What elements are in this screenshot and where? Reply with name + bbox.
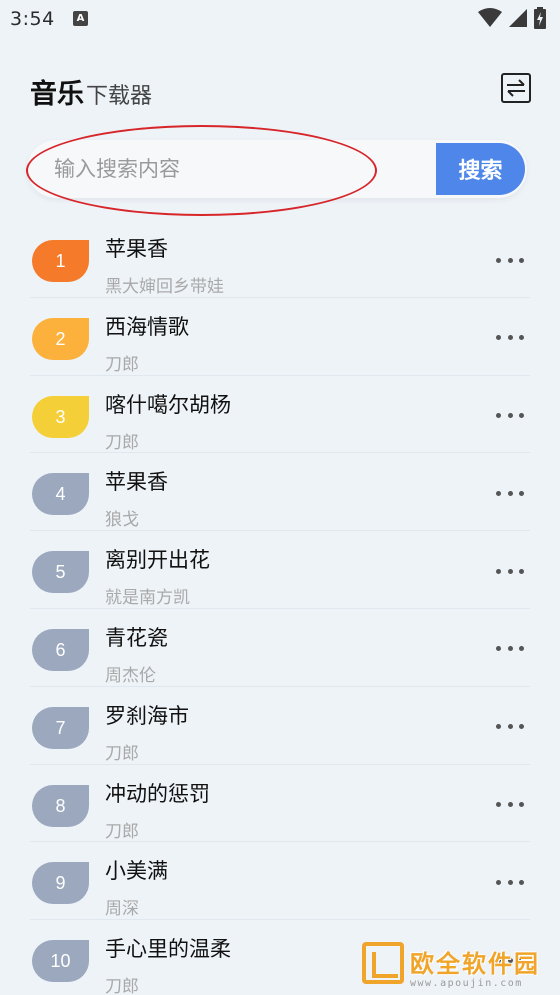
song-artist: 刀郎 [105,354,139,375]
song-title: 罗刹海市 [105,703,189,728]
watermark: 欧全软件园 www.apoujin.com [356,940,556,995]
status-icons [478,7,546,29]
more-options-icon[interactable] [496,872,524,892]
search-input[interactable] [27,140,437,198]
song-row[interactable]: 2 西海情歌 刀郎 [30,298,530,376]
watermark-logo-icon [362,942,404,984]
song-title: 苹果香 [105,237,168,261]
more-options-icon[interactable] [496,639,524,659]
song-artist: 刀郎 [105,821,139,842]
more-options-icon[interactable] [496,250,524,270]
song-artist: 刀郎 [105,743,139,764]
song-title: 手心里的温柔 [105,937,231,962]
song-row[interactable]: 9 小美满 周深 [30,842,530,921]
song-title: 青花瓷 [105,625,168,650]
notification-badge-icon: A [73,11,88,26]
rank-badge: 3 [32,395,89,438]
song-artist: 就是南方凯 [105,588,190,609]
rank-badge: 9 [32,862,89,905]
song-row[interactable]: 6 青花瓷 周杰伦 [30,609,530,687]
song-row[interactable]: 7 罗刹海市 刀郎 [30,687,530,765]
song-row[interactable]: 1 苹果香 黑大婶回乡带娃 [30,220,530,298]
search-bar: 搜索 [27,140,527,198]
song-title: 小美满 [105,859,168,884]
rank-badge: 5 [32,551,89,594]
swap-arrows-icon [507,79,525,97]
rank-badge: 2 [32,317,89,360]
watermark-text: 欧全软件园 [410,950,540,978]
battery-icon [534,7,546,29]
more-options-icon[interactable] [496,717,524,737]
song-row[interactable]: 5 离别开出花 就是南方凯 [30,531,530,609]
more-options-icon[interactable] [496,561,524,581]
rank-badge: 8 [32,784,89,827]
switch-button[interactable] [501,73,531,103]
song-artist: 刀郎 [105,432,139,453]
song-artist: 刀郎 [105,977,139,995]
song-row[interactable]: 4 苹果香 狼戈 [30,453,530,532]
app-subtitle: 下载器 [86,84,153,109]
app-title: 音乐 [30,79,84,110]
song-title: 苹果香 [105,470,168,495]
song-row[interactable]: 8 冲动的惩罚 刀郎 [30,765,530,843]
rank-badge: 4 [32,473,89,516]
song-title: 西海情歌 [105,314,189,339]
rank-badge: 10 [32,940,89,983]
song-title: 离别开出花 [105,548,210,573]
song-title: 喀什噶尔胡杨 [105,392,231,417]
song-artist: 周杰伦 [105,665,156,686]
song-row[interactable]: 3 喀什噶尔胡杨 刀郎 [30,376,530,454]
more-options-icon[interactable] [496,483,524,503]
more-options-icon[interactable] [496,795,524,815]
rank-badge: 7 [32,706,89,749]
app-header: 音乐下载器 [30,72,152,112]
song-title: 冲动的惩罚 [105,781,210,806]
status-bar: 3:54 A [0,0,560,40]
song-artist: 黑大婶回乡带娃 [105,277,224,297]
status-time: 3:54 [10,8,55,30]
more-options-icon[interactable] [496,406,524,426]
rank-badge: 6 [32,628,89,671]
song-list: 1 苹果香 黑大婶回乡带娃 2 西海情歌 刀郎 3 喀什噶尔胡杨 刀郎 4 苹果… [0,220,560,995]
search-button[interactable]: 搜索 [436,143,525,195]
rank-badge: 1 [32,240,89,282]
watermark-url: www.apoujin.com [410,978,523,989]
signal-icon [509,9,527,27]
more-options-icon[interactable] [496,328,524,348]
song-artist: 周深 [105,899,139,920]
wifi-icon [478,8,502,27]
song-artist: 狼戈 [105,510,139,531]
